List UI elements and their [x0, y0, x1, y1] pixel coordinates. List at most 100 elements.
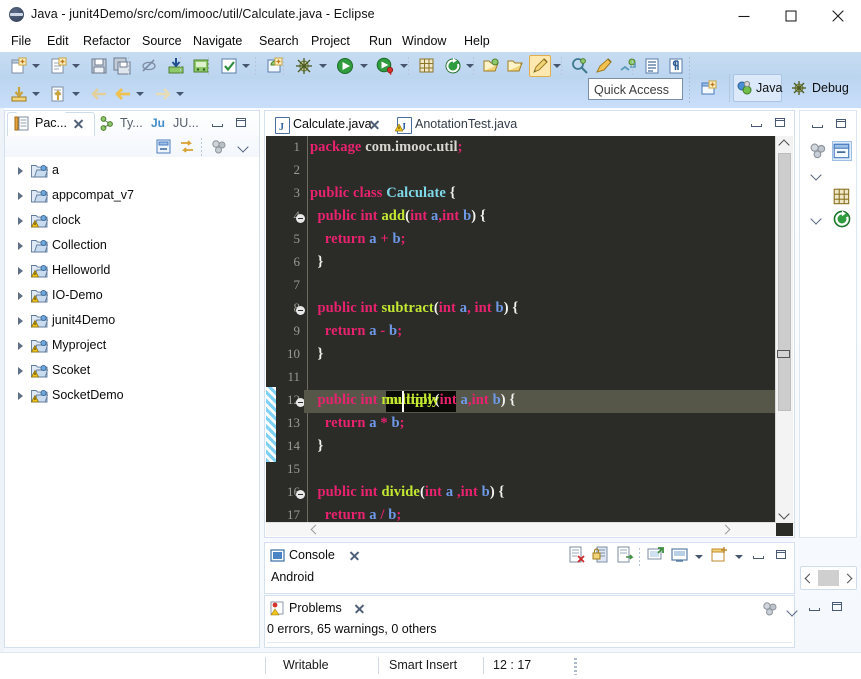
expand-arrow-icon[interactable]	[18, 342, 26, 351]
menu-project[interactable]: Project	[306, 33, 355, 50]
status-drag-handle[interactable]	[574, 658, 577, 675]
fold-toggle-icon[interactable]	[296, 306, 306, 316]
outline-view-icon[interactable]	[832, 141, 852, 161]
display-selected-console-icon[interactable]	[647, 546, 665, 564]
tree-item-clock[interactable]: clock	[5, 211, 259, 231]
pin-console-icon[interactable]	[616, 546, 634, 564]
console-scroll-left-button[interactable]	[802, 571, 816, 585]
fold-toggle-icon[interactable]	[296, 214, 306, 224]
close-calculate-tab-icon[interactable]	[369, 119, 380, 130]
code-area[interactable]: 1 2 3 4 5 6 7 8 9 10 11 12 13 14 15 16 17 package com.im…	[266, 136, 793, 536]
menu-refactor[interactable]: Refactor	[78, 33, 135, 50]
menu-run[interactable]: Run	[364, 33, 397, 50]
forward-dropdown[interactable]	[175, 89, 184, 99]
expand-arrow-icon[interactable]	[18, 292, 26, 301]
view-dropdown-icon[interactable]	[237, 141, 250, 151]
debug-icon[interactable]	[293, 55, 315, 77]
menu-navigate[interactable]: Navigate	[188, 33, 247, 50]
perspective-java-button[interactable]: Java	[733, 74, 783, 102]
console-scroll-right-button[interactable]	[841, 571, 855, 585]
open-console-dropdown[interactable]	[694, 552, 703, 562]
scroll-right-button[interactable]	[720, 524, 734, 535]
view-menu-icon[interactable]	[208, 136, 230, 158]
tab-console[interactable]: Console	[269, 544, 335, 566]
editor-vertical-scrollbar[interactable]	[775, 136, 793, 523]
maximize-outline-button[interactable]	[834, 117, 848, 131]
scroll-up-button[interactable]	[776, 136, 793, 151]
menu-edit[interactable]: Edit	[42, 33, 74, 50]
chevron-down-icon[interactable]	[810, 213, 823, 223]
view-menu-icon[interactable]	[808, 141, 828, 161]
external-tools-icon[interactable]	[442, 55, 464, 77]
run-coverage-icon[interactable]	[374, 55, 396, 77]
expand-arrow-icon[interactable]	[18, 392, 26, 401]
next-edit-icon[interactable]	[48, 83, 70, 105]
minimize-problems-button[interactable]	[807, 600, 821, 614]
run-dropdown[interactable]	[359, 61, 368, 71]
new-wizard-dropdown[interactable]	[31, 61, 40, 71]
new-class-dropdown[interactable]	[71, 61, 80, 71]
close-console-icon[interactable]	[349, 550, 360, 561]
new-console-view-icon[interactable]	[711, 546, 729, 564]
link-with-editor-icon[interactable]	[176, 136, 198, 158]
forward-icon[interactable]	[152, 83, 174, 105]
maximize-console-button[interactable]	[774, 548, 788, 562]
editor-scroll-thumb[interactable]	[778, 153, 791, 411]
back-history-icon[interactable]	[112, 83, 134, 105]
menu-help[interactable]: Help	[459, 33, 495, 50]
editor-horizontal-scrollbar[interactable]	[266, 522, 776, 536]
next-annotation-icon[interactable]	[617, 55, 639, 77]
maximize-view-button[interactable]	[234, 116, 248, 130]
scroll-lock-icon[interactable]	[592, 546, 610, 564]
tree-item-collection[interactable]: Collection	[5, 236, 259, 256]
new-wizard-icon[interactable]	[8, 55, 30, 77]
previous-dropdown[interactable]	[31, 89, 40, 99]
problems-dropdown-icon[interactable]	[786, 605, 799, 615]
tab-anotation-test-java[interactable]: AnotationTest.java	[393, 113, 517, 139]
save-icon[interactable]	[88, 55, 110, 77]
tab-type-hierarchy[interactable]: Ty...	[100, 112, 143, 134]
restore-view-icon[interactable]	[832, 209, 852, 229]
tab-package-explorer[interactable]: Pac...	[14, 112, 67, 134]
minimize-editor-button[interactable]	[749, 116, 763, 130]
search-icon[interactable]	[569, 55, 591, 77]
expand-arrow-icon[interactable]	[18, 242, 26, 251]
menu-search[interactable]: Search	[254, 33, 304, 50]
open-type-icon[interactable]	[481, 55, 503, 77]
debug-dropdown[interactable]	[318, 61, 327, 71]
fold-toggle-icon[interactable]	[296, 490, 306, 500]
minimize-view-button[interactable]	[210, 116, 224, 130]
open-perspective-button[interactable]	[698, 78, 720, 100]
tree-item-myproject[interactable]: Myproject	[5, 336, 259, 356]
minimize-console-button[interactable]	[751, 548, 765, 562]
console-horizontal-scrollbar[interactable]	[800, 566, 857, 590]
tree-item-scoket[interactable]: Scoket	[5, 361, 259, 381]
quick-access-input[interactable]: Quick Access	[588, 78, 683, 100]
previous-edit-icon[interactable]	[8, 83, 30, 105]
show-whitespace-icon[interactable]	[641, 55, 663, 77]
tab-junit[interactable]: Ju JU...	[150, 112, 199, 134]
maximize-button[interactable]	[767, 0, 814, 31]
annotation-icon[interactable]	[529, 55, 551, 77]
maximize-editor-button[interactable]	[773, 116, 787, 130]
run-icon[interactable]	[334, 55, 356, 77]
collapse-all-icon[interactable]	[153, 136, 175, 158]
clear-console-icon[interactable]	[568, 546, 586, 564]
scroll-down-button[interactable]	[776, 508, 793, 523]
save-all-icon[interactable]	[111, 55, 133, 77]
toggle-breadcrumb-icon[interactable]	[138, 55, 160, 77]
last-edit-icon[interactable]	[593, 55, 615, 77]
tree-item-io-demo[interactable]: IO-Demo	[5, 286, 259, 306]
expand-arrow-icon[interactable]	[18, 192, 26, 201]
maximize-problems-button[interactable]	[830, 600, 844, 614]
paragraph-icon[interactable]	[665, 55, 687, 77]
menu-source[interactable]: Source	[137, 33, 187, 50]
expand-arrow-icon[interactable]	[18, 367, 26, 376]
console-scroll-thumb[interactable]	[818, 570, 839, 586]
perspective-debug-button[interactable]: Debug	[789, 74, 849, 102]
close-package-explorer-icon[interactable]	[73, 118, 84, 129]
minimize-button[interactable]	[720, 0, 767, 31]
close-button[interactable]	[814, 0, 861, 31]
open-resource-icon[interactable]	[505, 55, 527, 77]
new-package-icon[interactable]	[416, 55, 438, 77]
